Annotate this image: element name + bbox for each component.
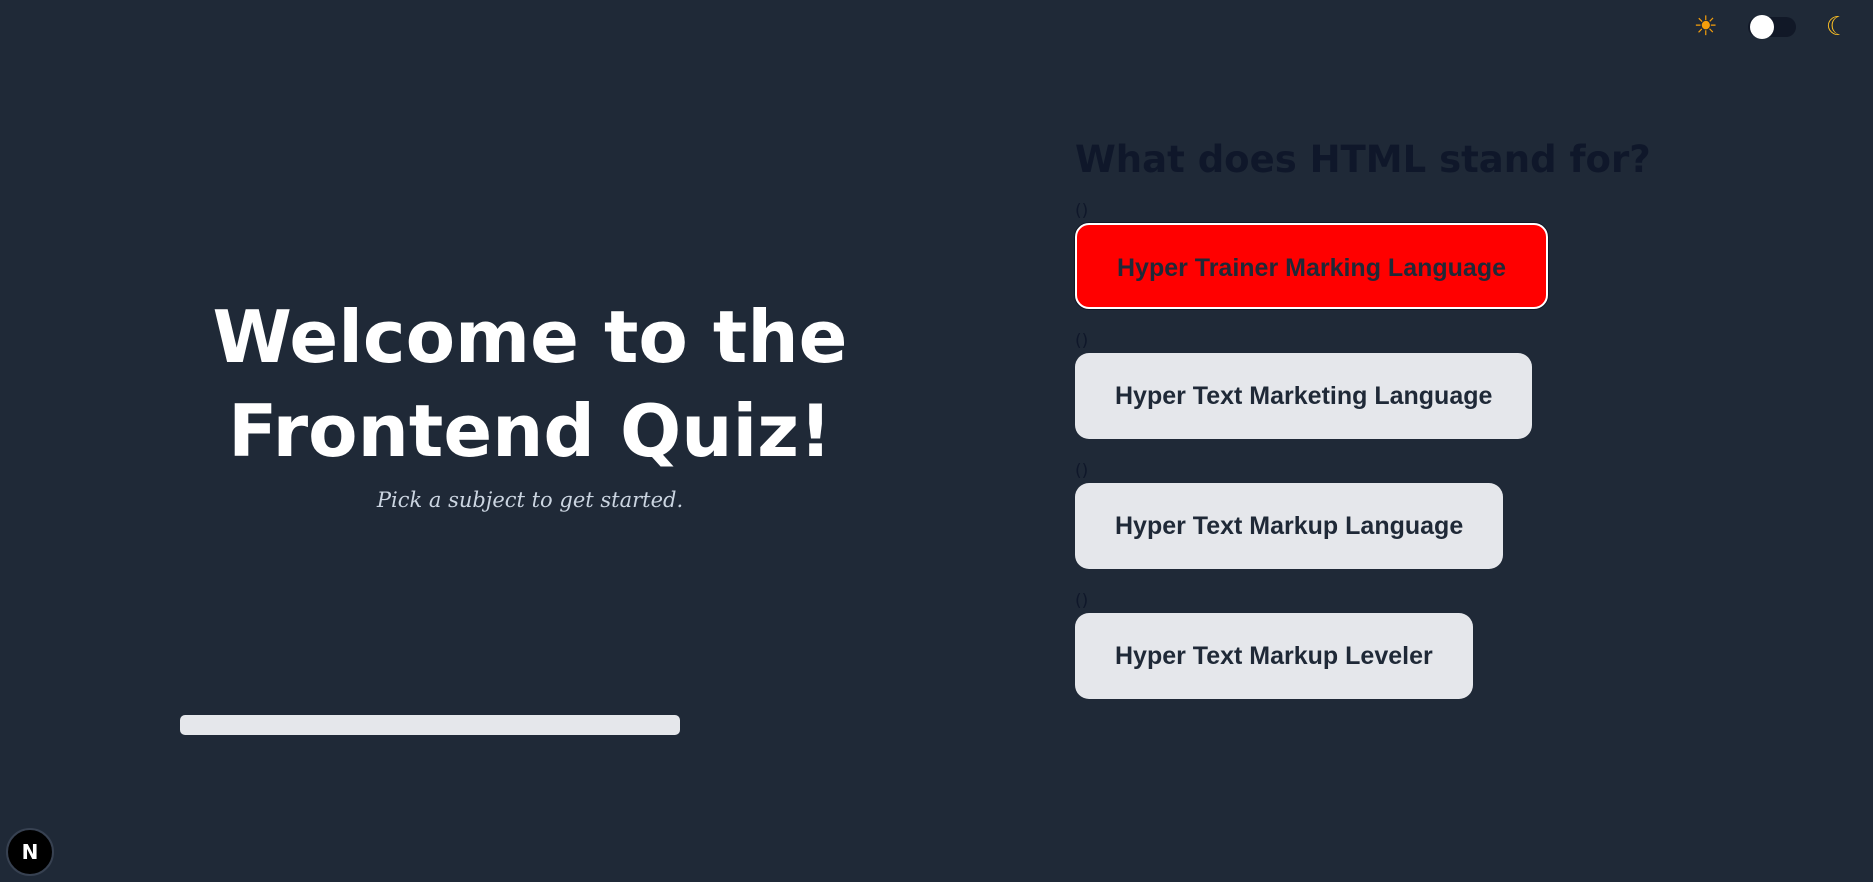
welcome-title-line1: Welcome to the: [212, 295, 848, 379]
welcome-section: Welcome to the Frontend Quiz! Pick a sub…: [130, 290, 930, 512]
option-button[interactable]: Hyper Text Marketing Language: [1075, 353, 1533, 439]
option-item: () Hyper Trainer Marking Language: [1075, 201, 1651, 331]
option-button[interactable]: Hyper Trainer Marking Language: [1075, 223, 1548, 309]
sun-icon: ☀: [1693, 11, 1718, 42]
quiz-section: What does HTML stand for? () Hyper Train…: [1075, 135, 1651, 721]
question-text: What does HTML stand for?: [1075, 138, 1651, 181]
welcome-subtitle: Pick a subject to get started.: [376, 488, 684, 512]
moon-icon: ☾: [1825, 12, 1849, 42]
option-label: (): [1075, 461, 1089, 481]
option-item: () Hyper Text Markup Language: [1075, 461, 1651, 591]
welcome-title: Welcome to the Frontend Quiz!: [130, 290, 930, 478]
theme-toggle: ☀ ☾: [1693, 11, 1849, 43]
option-button[interactable]: Hyper Text Markup Leveler: [1075, 613, 1473, 699]
option-label: (): [1075, 201, 1089, 221]
option-item: () Hyper Text Markup Leveler: [1075, 591, 1651, 721]
option-label: (): [1075, 331, 1089, 351]
switch-knob[interactable]: [1749, 15, 1774, 39]
options-list: () Hyper Trainer Marking Language () Hyp…: [1075, 201, 1651, 721]
dark-mode-switch[interactable]: [1747, 15, 1796, 39]
progress-bar: [180, 715, 680, 735]
nextjs-logo-icon: N: [21, 840, 39, 864]
option-button[interactable]: Hyper Text Markup Language: [1075, 483, 1504, 569]
option-label: (): [1075, 591, 1089, 611]
nextjs-badge[interactable]: N: [6, 828, 54, 876]
welcome-title-line2: Frontend Quiz!: [228, 389, 832, 473]
option-item: () Hyper Text Marketing Language: [1075, 331, 1651, 461]
